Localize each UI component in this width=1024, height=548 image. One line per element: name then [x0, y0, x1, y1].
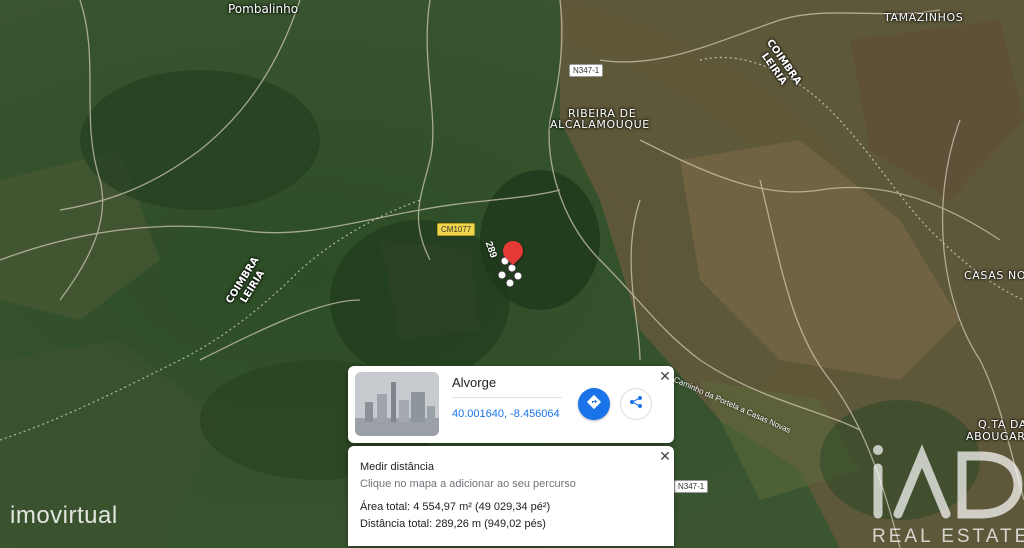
real-estate-watermark: REAL ESTATE: [872, 526, 1024, 547]
place-label-casas-novas: CASAS NO: [964, 269, 1024, 282]
place-thumbnail[interactable]: [355, 372, 439, 436]
measure-total-distance: Distância total: 289,26 m (949,02 pés): [360, 518, 546, 530]
measure-total-area: Área total: 4 554,97 m² (49 029,34 pé²): [360, 501, 551, 513]
road-shield-cm1077: CM1077: [437, 223, 476, 236]
close-icon[interactable]: ✕: [658, 369, 672, 383]
directions-icon: [586, 394, 602, 415]
measure-hint: Clique no mapa a adicionar ao seu percur…: [360, 478, 576, 490]
share-icon: [629, 395, 643, 414]
title-divider: [452, 397, 562, 398]
place-title: Alvorge: [452, 375, 497, 390]
road-shield-n347-top: N347-1: [569, 64, 604, 77]
place-info-card: Alvorge 40.001640, -8.456064 ✕: [348, 366, 674, 443]
place-label-tamazinhos: TAMAZINHOS: [884, 11, 964, 24]
measure-point: [497, 270, 507, 280]
measure-title: Medir distância: [360, 461, 434, 473]
measure-point: [507, 263, 517, 273]
measure-point: [513, 271, 523, 281]
place-coordinates-link[interactable]: 40.001640, -8.456064: [452, 408, 560, 420]
imovirtual-watermark: imovirtual: [10, 502, 118, 529]
share-button[interactable]: [620, 388, 652, 420]
close-icon[interactable]: ✕: [658, 449, 672, 463]
place-label-ribeira-line2: ALCALAMOUQUE: [550, 118, 650, 131]
directions-button[interactable]: [578, 388, 610, 420]
measure-point: [505, 278, 515, 288]
place-label-pombalinho: Pombalinho: [228, 2, 299, 16]
measure-distance-card: Medir distância Clique no mapa a adicion…: [348, 446, 674, 546]
road-shield-n347-bottom: N347-1: [674, 480, 709, 493]
